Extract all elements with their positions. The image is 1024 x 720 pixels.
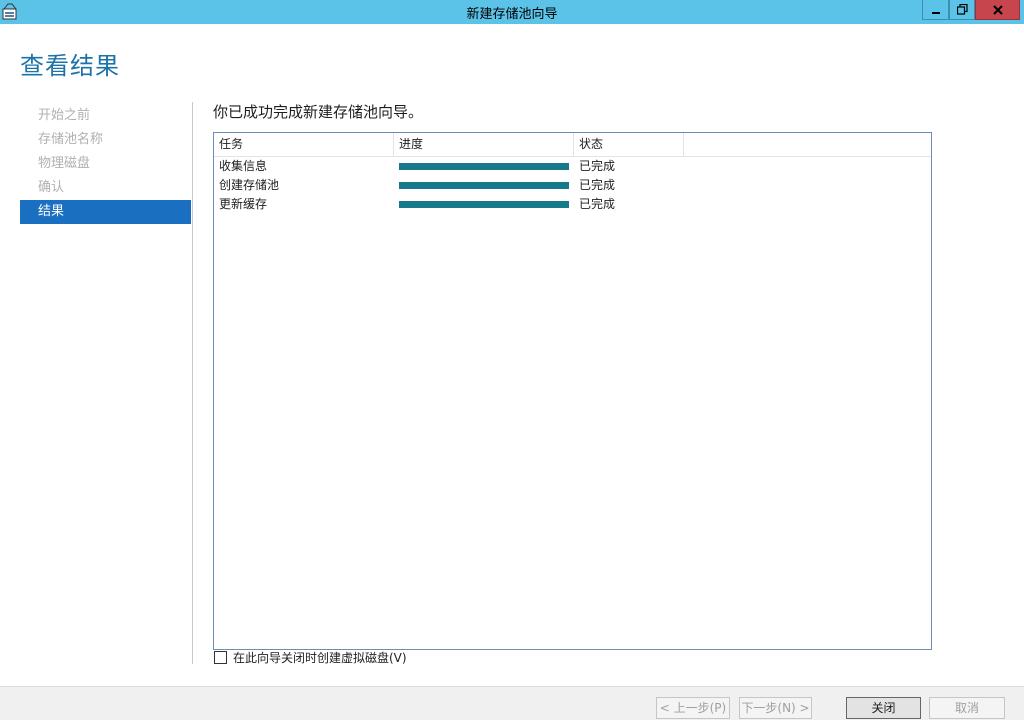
progress-cell: [394, 176, 574, 195]
results-table: 任务 进度 状态 收集信息 已完成 创建存储池 已完成 更新缓存 已完成: [213, 132, 932, 650]
nav-item-pool-name[interactable]: 存储池名称: [20, 128, 191, 152]
close-icon: [992, 4, 1003, 15]
next-button[interactable]: 下一步(N) >: [739, 697, 812, 719]
title-bar: 新建存储池向导: [0, 0, 1024, 24]
cancel-button[interactable]: 取消: [929, 697, 1005, 719]
restore-icon: [956, 4, 968, 15]
status-cell: 已完成: [579, 178, 616, 192]
page-title: 查看结果: [20, 52, 120, 80]
progress-bar: [399, 182, 569, 189]
previous-button[interactable]: < 上一步(P): [656, 697, 730, 719]
minimize-icon: [931, 11, 940, 14]
close-window-button[interactable]: [975, 0, 1020, 20]
status-cell: 已完成: [579, 159, 616, 173]
table-header: 任务 进度 状态: [214, 133, 931, 157]
nav-item-before-you-begin[interactable]: 开始之前: [20, 104, 191, 128]
progress-bar: [399, 201, 569, 208]
close-button[interactable]: 关闭: [846, 697, 921, 719]
nav-divider: [192, 102, 193, 664]
table-row: 创建存储池 已完成: [214, 176, 931, 195]
create-virtual-disk-option[interactable]: 在此向导关闭时创建虚拟磁盘(V): [214, 649, 407, 666]
column-header-progress[interactable]: 进度: [394, 133, 574, 156]
task-cell: 收集信息: [219, 159, 268, 173]
table-row: 收集信息 已完成: [214, 157, 931, 176]
nav-item-confirmation[interactable]: 确认: [20, 176, 191, 200]
column-header-task[interactable]: 任务: [214, 133, 394, 156]
progress-fill: [399, 182, 569, 189]
column-header-status[interactable]: 状态: [574, 133, 684, 156]
minimize-button[interactable]: [922, 0, 949, 20]
nav-item-results[interactable]: 结果: [20, 200, 191, 224]
nav-item-physical-disks[interactable]: 物理磁盘: [20, 152, 191, 176]
window-title: 新建存储池向导: [466, 7, 558, 22]
table-row: 更新缓存 已完成: [214, 195, 931, 214]
task-cell: 更新缓存: [219, 197, 268, 211]
create-virtual-disk-label[interactable]: 在此向导关闭时创建虚拟磁盘(V): [233, 649, 407, 666]
wizard-steps-nav: 开始之前 存储池名称 物理磁盘 确认 结果: [20, 104, 191, 224]
progress-fill: [399, 201, 569, 208]
completion-message: 你已成功完成新建存储池向导。: [213, 103, 424, 121]
status-cell: 已完成: [579, 197, 616, 211]
progress-cell: [394, 157, 574, 176]
progress-bar: [399, 163, 569, 170]
progress-cell: [394, 195, 574, 214]
progress-fill: [399, 163, 569, 170]
task-cell: 创建存储池: [219, 178, 280, 192]
restore-button[interactable]: [949, 0, 975, 20]
create-virtual-disk-checkbox[interactable]: [214, 651, 227, 664]
